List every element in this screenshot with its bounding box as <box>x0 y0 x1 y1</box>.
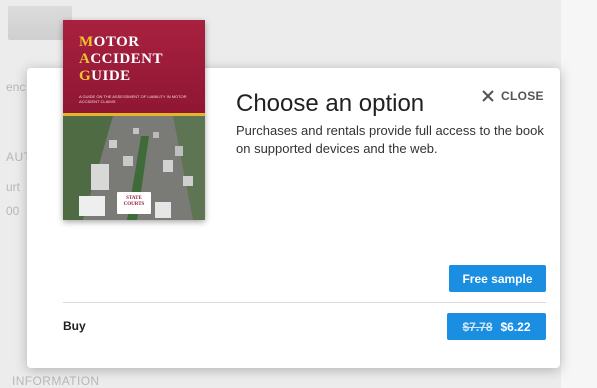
background-right-panel <box>561 0 597 388</box>
book-cover-title: MOTOR ACCIDENT GUIDE <box>79 34 163 85</box>
original-price: $7.78 <box>462 319 493 334</box>
dialog-title: Choose an option <box>236 90 425 117</box>
divider <box>63 302 546 303</box>
cover-title-line: ACCIDENT <box>79 51 164 67</box>
background-text: 00 <box>6 204 20 218</box>
sale-price: $6.22 <box>500 319 531 334</box>
close-icon <box>482 90 494 102</box>
free-sample-button[interactable]: Free sample <box>449 265 546 292</box>
buy-label: Buy <box>63 319 86 333</box>
background-section-heading: INFORMATION <box>12 374 100 388</box>
cover-title-line: GUIDE <box>79 68 131 84</box>
background-text: urt <box>6 180 21 194</box>
cover-title-line: MOTOR <box>79 34 140 50</box>
dialog-description: Purchases and rentals provide full acces… <box>236 123 544 156</box>
buy-button[interactable]: $7.78 $6.22 <box>447 313 546 340</box>
state-courts-logo: STATE COURTS <box>117 192 151 214</box>
book-cover-subtitle: A GUIDE ON THE ASSESSMENT OF LIABILITY I… <box>79 94 187 104</box>
close-button[interactable]: CLOSE <box>481 89 544 103</box>
background-text: enc <box>6 80 26 94</box>
purchase-options-dialog: MOTOR ACCIDENT GUIDE A GUIDE ON THE ASSE… <box>27 20 560 368</box>
book-cover: MOTOR ACCIDENT GUIDE A GUIDE ON THE ASSE… <box>63 20 205 220</box>
close-label: CLOSE <box>501 89 544 103</box>
